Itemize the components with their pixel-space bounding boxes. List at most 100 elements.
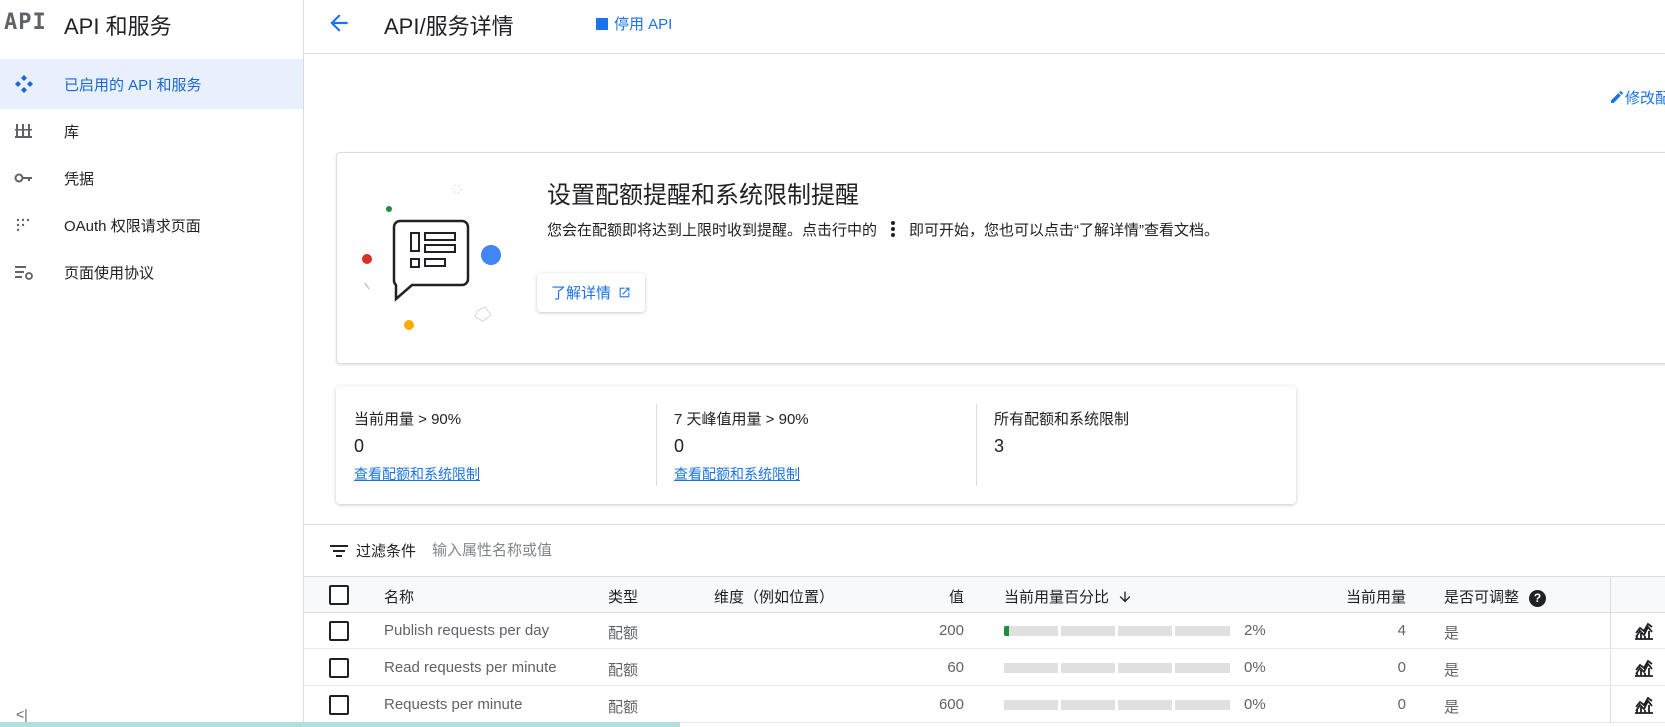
- cell-name: Read requests per minute: [384, 659, 557, 676]
- metric-label: 所有配额和系统限制: [994, 411, 1130, 428]
- sidebar-item-library[interactable]: 库: [0, 106, 303, 156]
- cell-name: Requests per minute: [384, 696, 523, 713]
- filter-label: 过滤条件: [356, 543, 417, 560]
- table-row[interactable]: Requests per minute 配额 600 0% 0 是: [304, 687, 1665, 723]
- header-current-usage[interactable]: 当前用量: [1304, 586, 1406, 607]
- usage-progress-bar: [1004, 663, 1230, 673]
- cell-adjustable: 是: [1444, 662, 1460, 679]
- header-value[interactable]: 值: [864, 586, 964, 607]
- cell-value: 200: [938, 622, 964, 639]
- cell-current-usage: 0: [1397, 696, 1406, 713]
- pencil-icon: [1611, 91, 1623, 103]
- app-title: API 和服务: [64, 14, 172, 39]
- metric-7day-peak: 7 天峰值用量 > 90% 0 查看配额和系统限制: [656, 404, 976, 486]
- cell-current-usage: 0: [1397, 659, 1406, 676]
- usage-chart-icon[interactable]: [1634, 622, 1654, 640]
- row-checkbox[interactable]: [329, 658, 349, 678]
- header-usage-pct-label: 当前用量百分比: [1004, 589, 1110, 606]
- disable-api-button[interactable]: 停用 API: [596, 13, 672, 34]
- header-dimension[interactable]: 维度（例如位置）: [714, 586, 834, 607]
- cell-adjustable: 是: [1444, 625, 1460, 642]
- cell-type: 配额: [608, 699, 639, 716]
- header-adjustable[interactable]: 是否可调整?: [1444, 586, 1547, 607]
- api-logo: API: [4, 10, 47, 35]
- metric-value: 0: [674, 436, 685, 456]
- view-quotas-link[interactable]: 查看配额和系统限制: [674, 464, 800, 484]
- metric-label: 7 天峰值用量 > 90%: [674, 411, 809, 428]
- collapse-sidebar-button[interactable]: <|: [16, 706, 28, 722]
- sidebar-item-enabled-apis[interactable]: 已启用的 API 和服务: [0, 59, 303, 109]
- sidebar-item-label: 已启用的 API 和服务: [64, 77, 202, 94]
- header-name[interactable]: 名称: [384, 586, 414, 607]
- divider: [1610, 577, 1611, 613]
- sidebar-header: API API 和服务: [0, 0, 304, 44]
- header-usage-pct[interactable]: 当前用量百分比: [1004, 586, 1133, 607]
- cell-adjustable: 是: [1444, 699, 1460, 716]
- sidebar-item-label: 库: [64, 124, 80, 141]
- back-arrow-icon[interactable]: [326, 10, 352, 36]
- help-icon[interactable]: ?: [1529, 590, 1547, 607]
- divider: [1610, 650, 1611, 686]
- usage-chart-icon[interactable]: [1634, 696, 1654, 714]
- metric-all-quotas: 所有配额和系统限制 3: [976, 404, 1296, 486]
- cell-type: 配额: [608, 625, 639, 642]
- sidebar-item-label: 页面使用协议: [64, 265, 155, 282]
- progress-fill: [1004, 626, 1009, 636]
- horizontal-scrollbar[interactable]: [0, 722, 680, 727]
- cell-value: 600: [938, 696, 964, 713]
- filter-icon[interactable]: [330, 544, 348, 558]
- sidebar-item-page-agreement[interactable]: 页面使用协议: [0, 247, 303, 297]
- stop-icon: [596, 18, 608, 30]
- usage-progress-bar: [1004, 700, 1230, 710]
- cell-current-usage: 4: [1397, 622, 1406, 639]
- metric-label: 当前用量 > 90%: [354, 411, 462, 428]
- alert-desc-part2: 即可开始，您也可以点击“了解详情”查看文档。: [909, 222, 1220, 239]
- row-checkbox[interactable]: [329, 695, 349, 715]
- cell-type: 配额: [608, 662, 639, 679]
- filter-input[interactable]: [430, 536, 830, 564]
- alert-title: 设置配额提醒和系统限制提醒: [547, 182, 859, 209]
- header-type[interactable]: 类型: [608, 586, 638, 607]
- cell-value: 60: [947, 659, 964, 676]
- sidebar: API API 和服务 已启用的 API 和服务 库 凭据 OAuth 权限请求…: [0, 0, 304, 727]
- learn-more-button[interactable]: 了解详情: [537, 273, 646, 312]
- cell-usage-pct: 0%: [1244, 659, 1266, 676]
- edit-quota-label: 修改配额: [1625, 90, 1665, 107]
- edit-quota-button[interactable]: 修改配额: [1609, 87, 1665, 108]
- cell-usage-pct: 2%: [1244, 622, 1266, 639]
- divider: [1610, 687, 1611, 723]
- page-agreement-icon: [15, 266, 33, 280]
- table-header: 名称 类型 维度（例如位置） 值 当前用量百分比 当前用量 是否可调整?: [304, 576, 1665, 613]
- view-quotas-link[interactable]: 查看配额和系统限制: [354, 464, 480, 484]
- select-all-checkbox[interactable]: [329, 585, 349, 605]
- disable-api-label: 停用 API: [614, 16, 673, 33]
- enabled-apis-icon: [15, 75, 33, 93]
- learn-more-label: 了解详情: [551, 285, 612, 302]
- alert-desc-part1: 您会在配额即将达到上限时收到提醒。点击行中的: [547, 222, 878, 239]
- sidebar-item-credentials[interactable]: 凭据: [0, 153, 303, 203]
- page-title: API/服务详情: [384, 14, 514, 39]
- metric-current-usage: 当前用量 > 90% 0 查看配额和系统限制: [336, 404, 656, 486]
- usage-progress-bar: [1004, 626, 1230, 636]
- quota-summary-card: 当前用量 > 90% 0 查看配额和系统限制 7 天峰值用量 > 90% 0 查…: [336, 386, 1296, 504]
- row-checkbox[interactable]: [329, 621, 349, 641]
- page-header: API/服务详情 停用 API: [304, 0, 1665, 54]
- metric-value: 0: [354, 436, 365, 456]
- divider: [1610, 613, 1611, 649]
- more-vert-icon: [891, 219, 896, 239]
- key-icon: [14, 173, 32, 183]
- cell-name: Publish requests per day: [384, 622, 550, 639]
- quota-alert-card: 设置配额提醒和系统限制提醒 您会在配额即将达到上限时收到提醒。点击行中的 即可开始…: [336, 152, 1665, 364]
- arrow-down-icon: [1119, 591, 1131, 603]
- header-adjustable-label: 是否可调整: [1444, 589, 1520, 606]
- table-row[interactable]: Publish requests per day 配额 200 2% 4 是: [304, 613, 1665, 649]
- metric-value: 3: [994, 436, 1005, 456]
- table-row[interactable]: Read requests per minute 配额 60 0% 0 是: [304, 650, 1665, 686]
- filter-bar: 过滤条件: [304, 526, 1665, 576]
- sidebar-item-label: 凭据: [64, 171, 95, 188]
- notification-illustration: [362, 184, 501, 330]
- alert-description: 您会在配额即将达到上限时收到提醒。点击行中的 即可开始，您也可以点击“了解详情”查…: [547, 219, 1219, 240]
- cell-usage-pct: 0%: [1244, 696, 1266, 713]
- sidebar-item-oauth[interactable]: OAuth 权限请求页面: [0, 200, 303, 250]
- usage-chart-icon[interactable]: [1634, 659, 1654, 677]
